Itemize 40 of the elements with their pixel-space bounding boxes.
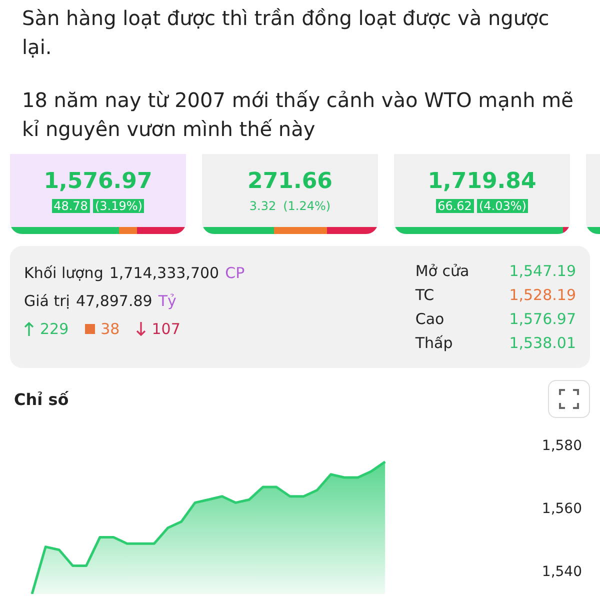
change-value: 3.32 xyxy=(248,198,278,212)
turnover-unit: Tỷ xyxy=(158,292,176,310)
change-value: 66.62 xyxy=(436,198,474,212)
fullscreen-icon xyxy=(558,388,580,410)
turnover-label: Giá trị xyxy=(24,292,70,310)
price-value: 1,547.19 xyxy=(509,261,576,282)
price-value: 1,528.19 xyxy=(509,285,576,306)
index-value: 1,576.97 xyxy=(44,168,152,194)
price-label: Cao xyxy=(415,309,446,330)
volume-label: Khối lượng xyxy=(24,264,104,282)
index-card[interactable]: 1,719.84 66.62 (4.03%) xyxy=(394,154,570,234)
index-card[interactable]: 271.66 3.32 (1.24%) xyxy=(202,154,378,234)
price-label: Mở cửa xyxy=(415,261,470,282)
index-value: 271.66 xyxy=(248,168,332,194)
square-icon xyxy=(84,324,95,334)
advance-decline-count: 229 xyxy=(40,320,69,338)
advance-decline-count: 38 xyxy=(100,320,120,338)
change-percent: (1.24%) xyxy=(282,198,332,212)
section-title: Chỉ số xyxy=(14,390,69,408)
change-percent: (4.03%) xyxy=(476,198,528,212)
index-value: 1,719.84 xyxy=(428,168,536,194)
change-value: 48.78 xyxy=(52,198,90,212)
volume-value: 1,714,333,700 xyxy=(109,264,220,282)
down-arrow-icon xyxy=(136,321,146,337)
axis-label: 1,560 xyxy=(542,500,582,519)
price-label: TC xyxy=(415,285,436,306)
axis-label: 1,540 xyxy=(542,563,582,582)
volume-unit: CP xyxy=(225,264,245,282)
turnover-value: 47,897.89 xyxy=(76,292,152,310)
price-value: 1,538.01 xyxy=(509,333,576,354)
axis-label: 1,580 xyxy=(542,437,582,456)
advance-decline-count: 107 xyxy=(152,320,180,338)
caption-text: 18 năm nay từ 2007 mới thấy cảnh vào WTO mạnh mẽ kỉ nguyên vươn mình thế này xyxy=(22,87,574,143)
change-percent: (3.19%) xyxy=(92,198,144,212)
price-value: 1,576.97 xyxy=(509,309,576,330)
up-arrow-icon xyxy=(24,321,34,337)
index-card[interactable]: 1,576.97 48.78 (3.19%) xyxy=(10,154,186,234)
caption-text: Sàn hàng loạt được thì trần đồng loạt được và ngược lại. xyxy=(22,5,550,61)
fullscreen-button[interactable] xyxy=(548,380,590,418)
price-label: Thấp xyxy=(415,333,454,354)
